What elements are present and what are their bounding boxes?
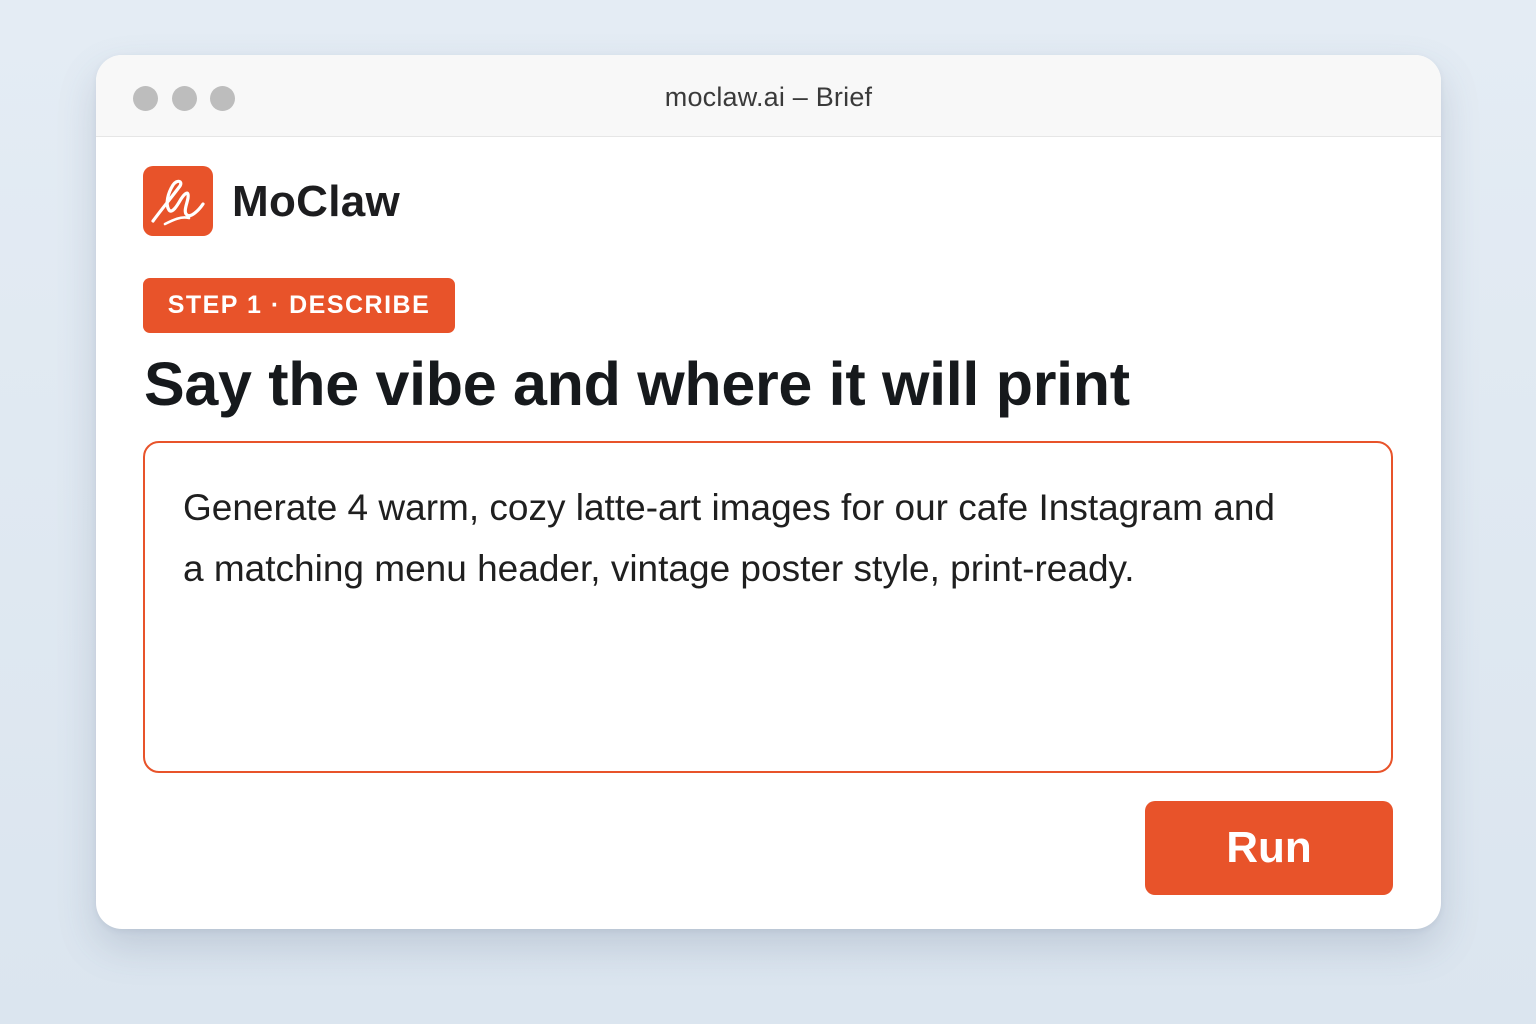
brief-input-text: Generate 4 warm, cozy latte-art images f…: [183, 487, 1275, 589]
step-badge: STEP 1 · DESCRIBE: [143, 278, 455, 333]
run-button[interactable]: Run: [1145, 801, 1393, 895]
window-titlebar: moclaw.ai – Brief: [96, 55, 1441, 137]
brand-name: MoClaw: [232, 177, 401, 226]
app-window: moclaw.ai – Brief MoClaw STEP 1 · DESCRI…: [96, 55, 1441, 929]
brief-input[interactable]: Generate 4 warm, cozy latte-art images f…: [143, 441, 1393, 773]
window-title: moclaw.ai – Brief: [664, 82, 873, 112]
moclaw-logo-icon: [143, 166, 213, 236]
page-heading: Say the vibe and where it will print: [144, 350, 1130, 418]
